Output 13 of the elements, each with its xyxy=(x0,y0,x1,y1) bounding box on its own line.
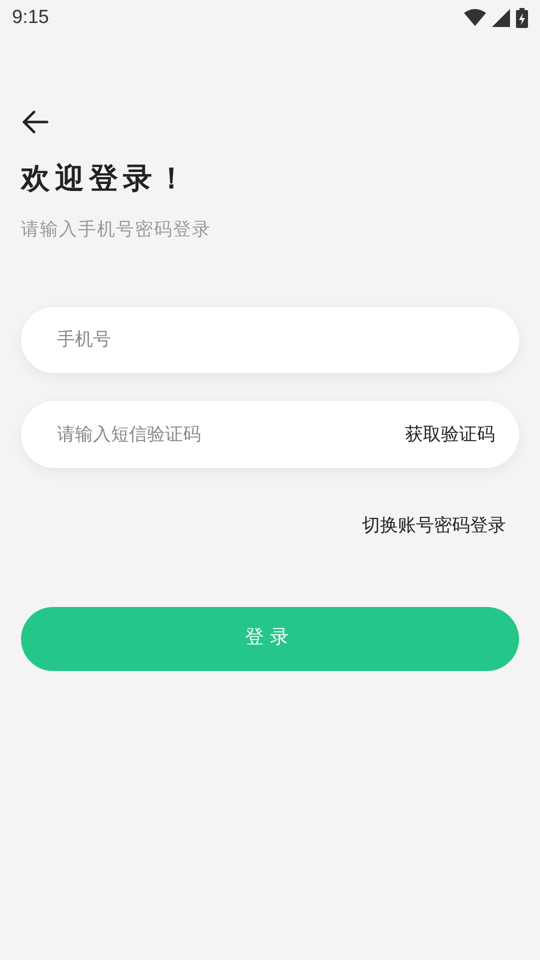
phone-field[interactable]: 手机号 xyxy=(21,306,519,372)
back-button[interactable] xyxy=(21,108,51,136)
wifi-icon xyxy=(464,9,486,27)
signal-icon xyxy=(492,9,510,27)
status-time: 9:15 xyxy=(12,6,49,30)
phone-input[interactable]: 手机号 xyxy=(57,326,483,353)
subtitle: 请输入手机号密码登录 xyxy=(21,218,211,240)
code-field-box[interactable]: 请输入短信验证码 获取验证码 xyxy=(21,400,519,468)
switch-login-link[interactable]: 切换账号密码登录 xyxy=(362,512,506,538)
welcome-title: 欢迎登录！ xyxy=(21,162,191,197)
code-input[interactable]: 请输入短信验证码 xyxy=(57,420,405,448)
get-code-button[interactable]: 获取验证码 xyxy=(405,420,495,448)
battery-icon xyxy=(516,8,528,28)
